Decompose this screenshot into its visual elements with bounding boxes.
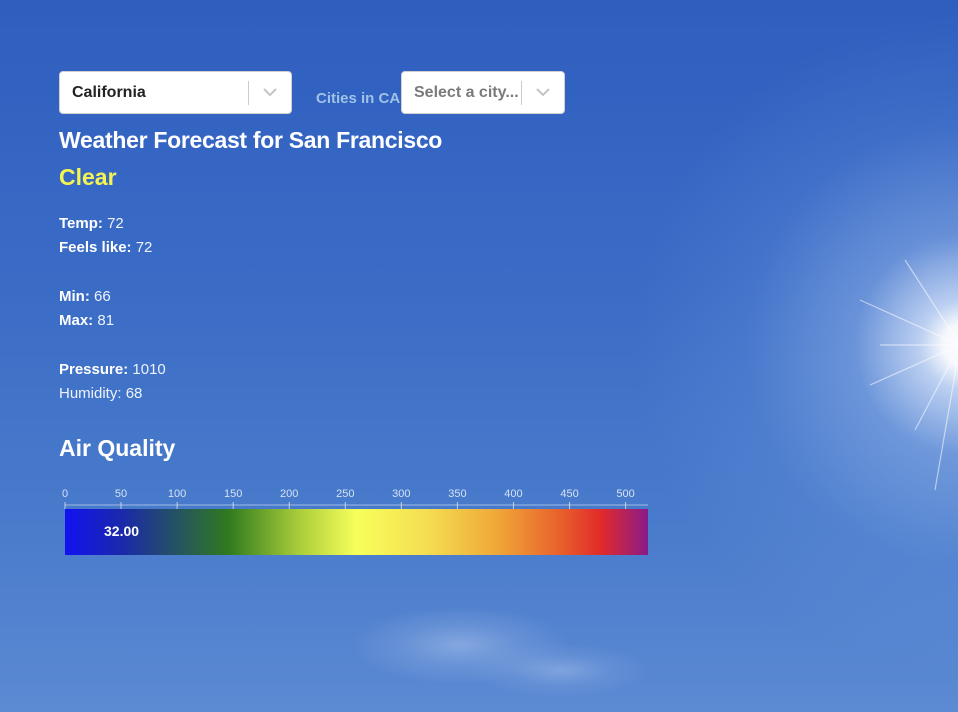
state-select-value: California bbox=[72, 83, 146, 101]
air-quality-value: 32.00 bbox=[104, 523, 140, 539]
stat-value: 1010 bbox=[132, 361, 166, 378]
chevron-down-icon[interactable] bbox=[522, 72, 564, 113]
stat-value: 68 bbox=[125, 385, 143, 402]
cloud-wisps bbox=[330, 600, 650, 712]
axis-tick-label: 50 bbox=[114, 488, 128, 500]
axis-tick-label: 350 bbox=[448, 488, 467, 500]
stat-value: 81 bbox=[97, 312, 115, 329]
air-quality-title: Air Quality bbox=[59, 435, 176, 461]
cities-label: Cities in CA bbox=[316, 90, 401, 107]
stat-label: Feels like: bbox=[59, 239, 132, 256]
axis-tick-label: 200 bbox=[280, 488, 299, 500]
weather-condition: Clear bbox=[59, 164, 117, 190]
stat-label: Temp: bbox=[59, 215, 103, 232]
stat-value: 72 bbox=[135, 239, 153, 256]
forecast-title: Weather Forecast for San Francisco bbox=[59, 127, 443, 153]
axis-tick-label: 0 bbox=[61, 488, 69, 500]
stat-value: 72 bbox=[107, 215, 124, 232]
stat-temp: Temp: 72 bbox=[59, 215, 124, 232]
axis-tick-label: 150 bbox=[223, 488, 243, 500]
stat-label: Pressure: bbox=[59, 361, 129, 378]
axis-tick-label: 450 bbox=[560, 488, 579, 500]
city-select[interactable]: Select a city... bbox=[401, 71, 565, 114]
state-select[interactable]: California bbox=[59, 71, 292, 114]
axis-tick-label: 500 bbox=[616, 488, 635, 500]
stat-label: Max: bbox=[59, 312, 94, 329]
axis-tick-label: 250 bbox=[336, 488, 355, 500]
stat-label: Humidity: bbox=[59, 385, 122, 402]
air-quality-scale-bar bbox=[65, 509, 648, 555]
axis-tick-label: 400 bbox=[504, 488, 523, 500]
stat-feels-like: Feels like: 72 bbox=[59, 239, 152, 256]
stat-max: Max: 81 bbox=[59, 312, 114, 329]
stat-pressure: Pressure: 1010 bbox=[59, 361, 166, 378]
chevron-down-icon[interactable] bbox=[249, 72, 291, 113]
stat-label: Min: bbox=[59, 288, 90, 305]
stat-humidity: Humidity: 68 bbox=[59, 385, 142, 402]
stat-min: Min: 66 bbox=[59, 288, 111, 305]
axis-tick-label: 300 bbox=[392, 488, 411, 500]
stat-value: 66 bbox=[94, 288, 111, 305]
city-select-placeholder: Select a city... bbox=[414, 83, 519, 101]
axis-tick-label: 100 bbox=[167, 488, 187, 500]
